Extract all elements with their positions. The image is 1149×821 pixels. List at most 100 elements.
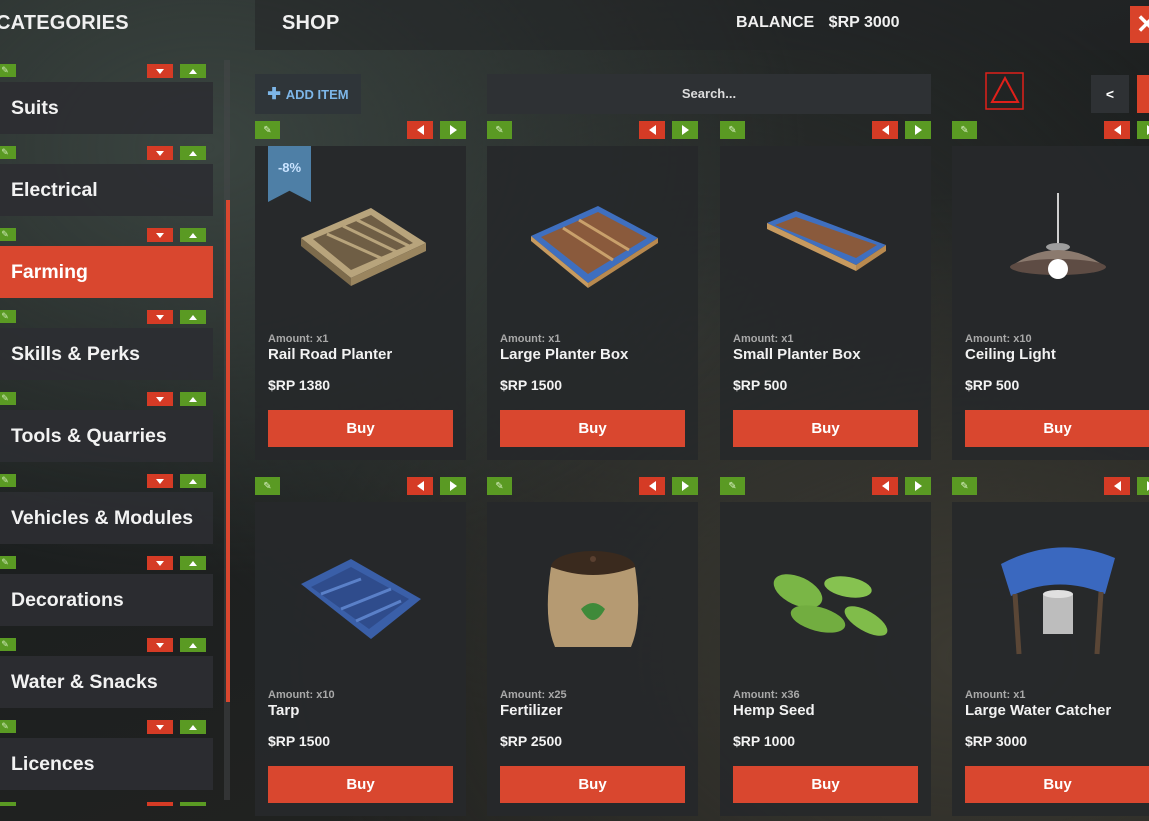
category-edit-icon[interactable]: ✎ bbox=[0, 228, 16, 241]
chevron-up-icon bbox=[189, 724, 197, 730]
category-move-up-button[interactable] bbox=[180, 310, 206, 324]
chevron-right-icon bbox=[914, 125, 922, 135]
category-edit-icon[interactable]: ✎ bbox=[0, 720, 16, 733]
category-edit-icon[interactable]: ✎ bbox=[0, 474, 16, 487]
move-left-button[interactable] bbox=[639, 121, 665, 139]
item-edit-icon[interactable]: ✎ bbox=[255, 121, 280, 139]
product-card[interactable]: Amount: x1 Small Planter Box $RP 500 Buy bbox=[720, 146, 931, 460]
item-edit-icon[interactable]: ✎ bbox=[720, 121, 745, 139]
product-card[interactable]: Amount: x36 Hemp Seed $RP 1000 Buy bbox=[720, 502, 931, 816]
product-amount: Amount: x10 bbox=[965, 333, 1032, 345]
move-left-button[interactable] bbox=[872, 477, 898, 495]
product-card[interactable]: Amount: x1 Large Water Catcher $RP 3000 Buy bbox=[952, 502, 1149, 816]
category-move-up-button[interactable] bbox=[180, 638, 206, 652]
category-move-down-button[interactable] bbox=[147, 310, 173, 324]
product-card[interactable]: -8% Amount: x1 Rail Road Planter $RP 1380 Bu… bbox=[255, 146, 466, 460]
category-move-down-button[interactable] bbox=[147, 474, 173, 488]
product-card[interactable]: Amount: x10 Ceiling Light $RP 500 Buy bbox=[952, 146, 1149, 460]
sidebar-item-decorations[interactable]: Decorations bbox=[0, 574, 213, 626]
category-edit-icon[interactable]: ✎ bbox=[0, 392, 16, 405]
category-move-up-button[interactable] bbox=[180, 392, 206, 406]
product-card[interactable]: Amount: x25 Fertilizer $RP 2500 Buy bbox=[487, 502, 698, 816]
buy-button[interactable]: Buy bbox=[500, 766, 685, 803]
product-amount: Amount: x10 bbox=[268, 689, 335, 701]
category-edit-icon[interactable]: ✎ bbox=[0, 638, 16, 651]
move-right-button[interactable] bbox=[905, 121, 931, 139]
move-left-button[interactable] bbox=[639, 477, 665, 495]
move-right-button[interactable] bbox=[672, 477, 698, 495]
category-edit-icon[interactable]: ✎ bbox=[0, 146, 16, 159]
close-icon: ✕ bbox=[1136, 9, 1149, 39]
category-move-down-button[interactable] bbox=[147, 720, 173, 734]
warning-icon[interactable] bbox=[985, 70, 1025, 110]
move-left-button[interactable] bbox=[872, 121, 898, 139]
chevron-left-icon bbox=[881, 125, 889, 135]
next-page-button[interactable] bbox=[1137, 75, 1149, 113]
product-price: $RP 1380 bbox=[268, 377, 331, 393]
sidebar-item-skills-perks[interactable]: Skills & Perks bbox=[0, 328, 213, 380]
sidebar-item-electrical[interactable]: Electrical bbox=[0, 164, 213, 216]
item-edit-icon[interactable]: ✎ bbox=[952, 121, 977, 139]
add-item-button[interactable]: ✚ ADD ITEM bbox=[255, 74, 361, 114]
product-card[interactable]: Amount: x1 Large Planter Box $RP 1500 Buy bbox=[487, 146, 698, 460]
item-edit-icon[interactable]: ✎ bbox=[720, 477, 745, 495]
category-move-down-button[interactable] bbox=[147, 146, 173, 160]
buy-button[interactable]: Buy bbox=[500, 410, 685, 447]
move-left-button[interactable] bbox=[407, 477, 433, 495]
move-right-button[interactable] bbox=[1137, 477, 1149, 495]
category-move-down-button[interactable] bbox=[147, 64, 173, 78]
category-control-partial bbox=[147, 802, 173, 806]
buy-button[interactable]: Buy bbox=[268, 410, 453, 447]
category-move-up-button[interactable] bbox=[180, 556, 206, 570]
sidebar-item-water-snacks[interactable]: Water & Snacks bbox=[0, 656, 213, 708]
item-edit-icon[interactable]: ✎ bbox=[487, 121, 512, 139]
move-right-button[interactable] bbox=[672, 121, 698, 139]
buy-button[interactable]: Buy bbox=[733, 766, 918, 803]
category-edit-icon[interactable]: ✎ bbox=[0, 64, 16, 77]
buy-button[interactable]: Buy bbox=[965, 766, 1149, 803]
item-edit-icon[interactable]: ✎ bbox=[487, 477, 512, 495]
category-move-down-button[interactable] bbox=[147, 556, 173, 570]
item-edit-icon[interactable]: ✎ bbox=[952, 477, 977, 495]
search-input[interactable]: Search... bbox=[487, 74, 931, 114]
category-edit-icon[interactable]: ✎ bbox=[0, 310, 16, 323]
chevron-down-icon bbox=[156, 560, 164, 566]
chevron-down-icon bbox=[156, 396, 164, 402]
category-move-up-button[interactable] bbox=[180, 720, 206, 734]
sidebar-item-vehicles-modules[interactable]: Vehicles & Modules bbox=[0, 492, 213, 544]
prev-page-button[interactable]: < bbox=[1091, 75, 1129, 113]
move-right-button[interactable] bbox=[905, 477, 931, 495]
ceiling-light-icon bbox=[952, 158, 1149, 328]
sidebar-item-label: Suits bbox=[11, 96, 59, 119]
category-move-down-button[interactable] bbox=[147, 392, 173, 406]
sidebar-item-farming[interactable]: Farming bbox=[0, 246, 213, 298]
chevron-right-icon bbox=[681, 481, 689, 491]
category-move-up-button[interactable] bbox=[180, 228, 206, 242]
sidebar-item-licences[interactable]: Licences bbox=[0, 738, 213, 790]
move-right-button[interactable] bbox=[1137, 121, 1149, 139]
category-move-up-button[interactable] bbox=[180, 474, 206, 488]
move-right-button[interactable] bbox=[440, 121, 466, 139]
buy-button[interactable]: Buy bbox=[733, 410, 918, 447]
category-move-up-button[interactable] bbox=[180, 64, 206, 78]
move-right-button[interactable] bbox=[440, 477, 466, 495]
category-move-up-button[interactable] bbox=[180, 146, 206, 160]
hemp-seed-icon bbox=[720, 514, 931, 684]
move-left-button[interactable] bbox=[1104, 477, 1130, 495]
sidebar-item-suits[interactable]: Suits bbox=[0, 82, 213, 134]
sidebar-item-tools-quarries[interactable]: Tools & Quarries bbox=[0, 410, 213, 462]
product-name: Small Planter Box bbox=[733, 346, 861, 363]
sidebar-scrollbar-thumb[interactable] bbox=[226, 200, 230, 702]
chevron-left-icon bbox=[1113, 481, 1121, 491]
buy-button[interactable]: Buy bbox=[965, 410, 1149, 447]
category-move-down-button[interactable] bbox=[147, 638, 173, 652]
category-edit-icon[interactable]: ✎ bbox=[0, 556, 16, 569]
plus-icon: ✚ bbox=[267, 86, 281, 103]
move-left-button[interactable] bbox=[1104, 121, 1130, 139]
buy-button[interactable]: Buy bbox=[268, 766, 453, 803]
move-left-button[interactable] bbox=[407, 121, 433, 139]
close-button[interactable]: ✕ bbox=[1130, 6, 1149, 43]
category-move-down-button[interactable] bbox=[147, 228, 173, 242]
item-edit-icon[interactable]: ✎ bbox=[255, 477, 280, 495]
product-card[interactable]: Amount: x10 Tarp $RP 1500 Buy bbox=[255, 502, 466, 816]
